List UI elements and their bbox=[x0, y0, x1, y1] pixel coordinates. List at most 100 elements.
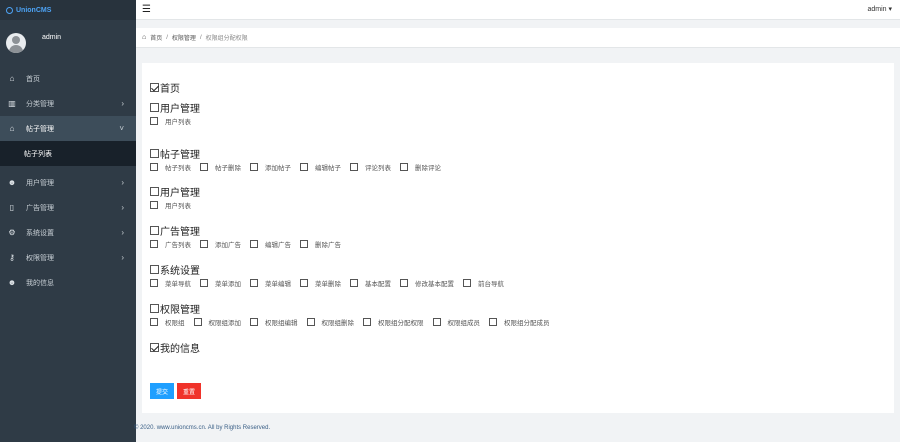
permission-checkbox[interactable] bbox=[150, 117, 158, 125]
permission-group-checkbox[interactable] bbox=[150, 186, 159, 196]
bank-icon: ⌂ bbox=[9, 124, 15, 133]
menu-toggle-icon[interactable]: ☰ bbox=[142, 4, 151, 15]
permission-label: 删除广告 bbox=[315, 242, 341, 249]
permission-item[interactable]: 删除广告 bbox=[300, 239, 341, 249]
permission-item[interactable]: 菜单删除 bbox=[300, 278, 341, 288]
chevron-right-icon: › bbox=[121, 203, 124, 212]
permission-checkbox[interactable] bbox=[300, 279, 308, 287]
permission-group-label: 帖子管理 bbox=[160, 149, 200, 161]
permission-checkbox[interactable] bbox=[150, 201, 158, 209]
permission-checkbox[interactable] bbox=[300, 240, 308, 248]
permission-item[interactable]: 权限组编辑 bbox=[250, 317, 298, 327]
permission-group-label: 用户管理 bbox=[160, 103, 200, 115]
permission-group-label: 系统设置 bbox=[160, 265, 200, 277]
permission-label: 前台导航 bbox=[478, 281, 504, 288]
permission-checkbox[interactable] bbox=[250, 318, 258, 326]
reset-button[interactable]: 重置 bbox=[177, 383, 201, 399]
sidebar-item-category[interactable]: ▥ 分类管理 › bbox=[0, 91, 136, 116]
permission-item[interactable]: 帖子删除 bbox=[200, 162, 241, 172]
sidebar-item-settings[interactable]: ⚙ 系统设置 › bbox=[0, 220, 136, 245]
permission-children: 菜单导航 菜单添加 菜单编辑 菜单删除 基本配置 修改基本配置 前台导航 bbox=[150, 278, 513, 288]
permission-checkbox[interactable] bbox=[432, 318, 441, 326]
user-menu[interactable]: admin ▾ bbox=[867, 5, 892, 13]
permission-children: 帖子列表 帖子删除 添加帖子 编辑帖子 评论列表 删除评论 bbox=[150, 162, 450, 172]
permission-group-checkbox[interactable] bbox=[150, 303, 159, 313]
permission-checkbox[interactable] bbox=[150, 318, 158, 326]
permission-item[interactable]: 权限组分配权限 bbox=[363, 317, 424, 327]
permission-label: 编辑广告 bbox=[265, 242, 291, 249]
permission-group-checkbox[interactable] bbox=[150, 264, 159, 274]
permission-item[interactable]: 菜单编辑 bbox=[250, 278, 291, 288]
permission-item[interactable]: 添加广告 bbox=[200, 239, 241, 249]
permission-checkbox[interactable] bbox=[150, 163, 158, 171]
permission-item[interactable]: 权限组分配成员 bbox=[489, 317, 550, 327]
permission-group-header: 用户管理 bbox=[150, 101, 200, 115]
sidebar-item-posts[interactable]: ⌂ 帖子管理 ˅ bbox=[0, 116, 136, 141]
chevron-right-icon: › bbox=[121, 228, 124, 237]
permission-item[interactable]: 权限组添加 bbox=[193, 317, 241, 327]
permission-checkbox[interactable] bbox=[350, 163, 358, 171]
user-panel: admin bbox=[0, 20, 136, 66]
permission-checkbox[interactable] bbox=[306, 318, 315, 326]
file-icon: ▯ bbox=[9, 203, 15, 212]
permission-checkbox[interactable] bbox=[150, 240, 158, 248]
permission-item[interactable]: 用户列表 bbox=[150, 116, 191, 126]
permission-item[interactable]: 权限组 bbox=[150, 317, 185, 327]
permission-item[interactable]: 广告列表 bbox=[150, 239, 191, 249]
permission-checkbox[interactable] bbox=[250, 240, 258, 248]
permission-checkbox[interactable] bbox=[350, 279, 358, 287]
permission-item[interactable]: 编辑帖子 bbox=[300, 162, 341, 172]
permission-checkbox[interactable] bbox=[400, 163, 408, 171]
permission-checkbox[interactable] bbox=[150, 279, 158, 287]
permission-checkbox[interactable] bbox=[400, 279, 408, 287]
sidebar-item-ads[interactable]: ▯ 广告管理 › bbox=[0, 195, 136, 220]
permission-item[interactable]: 前台导航 bbox=[463, 278, 504, 288]
permission-group-checkbox[interactable] bbox=[150, 225, 159, 235]
brand-logo[interactable]: UnionCMS bbox=[0, 0, 136, 20]
permission-item[interactable]: 权限组删除 bbox=[306, 317, 355, 327]
permission-checkbox[interactable] bbox=[200, 279, 208, 287]
breadcrumb-home[interactable]: 首页 bbox=[150, 33, 162, 42]
permission-group-checkbox[interactable] bbox=[150, 148, 159, 158]
permission-checkbox[interactable] bbox=[200, 240, 208, 248]
sidebar-item-label: 我的信息 bbox=[26, 279, 54, 287]
submit-button[interactable]: 提交 bbox=[150, 383, 174, 399]
permission-item[interactable]: 删除评论 bbox=[400, 162, 441, 172]
permission-item[interactable]: 编辑广告 bbox=[250, 239, 291, 249]
permission-group: 权限管理 权限组 权限组添加 权限组编辑 权限组删除 权限组分配权限 权限组成员 权限组分配成… bbox=[150, 302, 559, 327]
sidebar-subitem-post-list[interactable]: 帖子列表 bbox=[0, 141, 136, 166]
permission-group-checkbox[interactable] bbox=[150, 342, 159, 352]
permission-checkbox[interactable] bbox=[200, 163, 208, 171]
sidebar-item-home[interactable]: ⌂ 首页 bbox=[0, 66, 136, 91]
sidebar-item-users[interactable]: ☻ 用户管理 › bbox=[0, 170, 136, 195]
permission-item[interactable]: 菜单导航 bbox=[150, 278, 191, 288]
permission-group-checkbox[interactable] bbox=[150, 82, 159, 92]
permission-item[interactable]: 帖子列表 bbox=[150, 162, 191, 172]
permission-checkbox[interactable] bbox=[489, 318, 497, 326]
permission-group: 首页 bbox=[150, 81, 180, 95]
permission-checkbox[interactable] bbox=[300, 163, 308, 171]
breadcrumb-permissions[interactable]: 权限管理 bbox=[172, 33, 196, 42]
permission-item[interactable]: 用户列表 bbox=[150, 200, 191, 210]
permission-item[interactable]: 菜单添加 bbox=[200, 278, 241, 288]
permission-checkbox[interactable] bbox=[250, 163, 258, 171]
breadcrumb: ⌂ 首页 / 权限管理 / 权限组分配权限 bbox=[136, 28, 900, 48]
permission-checkbox[interactable] bbox=[463, 279, 471, 287]
permission-item[interactable]: 基本配置 bbox=[350, 278, 391, 288]
top-bar: ☰ admin ▾ bbox=[136, 0, 900, 20]
permission-checkbox[interactable] bbox=[250, 279, 258, 287]
permission-label: 基本配置 bbox=[365, 281, 391, 288]
sidebar-item-permissions[interactable]: ⚷ 权限管理 › bbox=[0, 245, 136, 270]
sidebar-item-my-info[interactable]: ☻ 我的信息 bbox=[0, 270, 136, 295]
permission-item[interactable]: 权限组成员 bbox=[432, 317, 480, 327]
gear-icon: ⚙ bbox=[8, 228, 16, 237]
chevron-right-icon: › bbox=[121, 253, 124, 262]
permission-item[interactable]: 评论列表 bbox=[350, 162, 391, 172]
permission-item[interactable]: 修改基本配置 bbox=[400, 278, 454, 288]
permission-checkbox[interactable] bbox=[363, 318, 371, 326]
permission-item[interactable]: 添加帖子 bbox=[250, 162, 291, 172]
permission-checkbox[interactable] bbox=[193, 318, 202, 326]
permission-label: 帖子删除 bbox=[215, 165, 241, 172]
permission-label: 权限组删除 bbox=[321, 320, 355, 327]
permission-group-checkbox[interactable] bbox=[150, 102, 159, 112]
